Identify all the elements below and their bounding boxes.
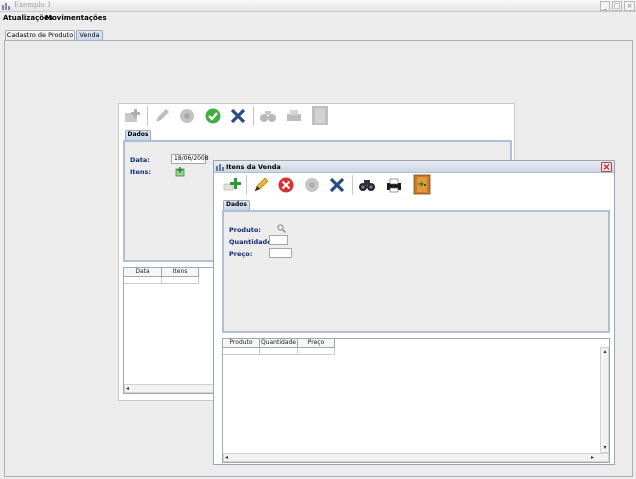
scroll-left-arrow-icon[interactable]: ◂ bbox=[126, 385, 129, 392]
menu-movimentacoes[interactable]: Movimentações bbox=[45, 14, 107, 22]
print-icon[interactable] bbox=[285, 107, 303, 125]
itens-dados-tab[interactable]: Dados bbox=[223, 200, 250, 210]
frame-close-icon[interactable] bbox=[601, 162, 612, 172]
delete-x-icon[interactable] bbox=[328, 176, 346, 194]
toolbar-separator bbox=[246, 175, 247, 195]
column-header-preco[interactable]: Preço bbox=[298, 339, 335, 348]
data-label: Data: bbox=[130, 156, 150, 164]
frame-app-icon bbox=[216, 164, 224, 171]
column-header-produto[interactable]: Produto bbox=[223, 339, 260, 348]
edit-pencil-icon[interactable] bbox=[252, 176, 270, 194]
scroll-left-arrow-icon[interactable]: ◂ bbox=[225, 454, 228, 461]
column-header-itens[interactable]: Itens bbox=[162, 268, 199, 277]
itens-table: Produto Quantidade Preço ▴ ▾ ◂ ▸ bbox=[222, 338, 610, 463]
window-title: Exemplo 1 bbox=[14, 1, 52, 9]
itens-vertical-scrollbar[interactable]: ▴ ▾ bbox=[600, 347, 609, 453]
column-header-quantidade[interactable]: Quantidade bbox=[260, 339, 298, 348]
new-icon[interactable] bbox=[123, 107, 141, 125]
table-cell[interactable] bbox=[260, 348, 298, 355]
venda-horizontal-scrollbar[interactable]: ◂ bbox=[124, 384, 217, 393]
new-add-icon[interactable] bbox=[223, 176, 241, 194]
close-button[interactable]: × bbox=[624, 1, 635, 11]
cancel-icon[interactable] bbox=[277, 176, 295, 194]
delete-x-icon[interactable] bbox=[229, 107, 247, 125]
scroll-up-arrow-icon[interactable]: ▴ bbox=[601, 348, 609, 355]
scroll-right-arrow-icon[interactable]: ▸ bbox=[591, 454, 594, 461]
print-icon[interactable] bbox=[385, 176, 403, 194]
java-app-icon bbox=[2, 3, 10, 10]
maximize-button[interactable]: □ bbox=[612, 1, 622, 11]
produto-label: Produto: bbox=[229, 226, 261, 234]
preco-label: Preço: bbox=[229, 250, 253, 258]
confirm-check-icon[interactable] bbox=[204, 107, 222, 125]
table-cell[interactable] bbox=[162, 277, 199, 284]
menu-bar: Atualizações Movimentações bbox=[0, 12, 636, 24]
toolbar-separator bbox=[253, 106, 254, 126]
cancel-icon[interactable] bbox=[178, 107, 196, 125]
search-magnifier-icon[interactable] bbox=[277, 224, 286, 233]
itens-dados-panel: Produto: Quantidade: Preço: bbox=[222, 210, 610, 333]
scroll-down-arrow-icon[interactable]: ▾ bbox=[601, 444, 609, 451]
search-binoculars-icon[interactable] bbox=[358, 176, 376, 194]
exit-door-icon[interactable] bbox=[310, 105, 330, 126]
itens-label: Itens: bbox=[130, 168, 152, 176]
itens-venda-frame: Itens da Venda Dados Produto: Quantidade… bbox=[213, 160, 615, 465]
itens-frame-title: Itens da Venda bbox=[226, 163, 281, 171]
table-cell[interactable] bbox=[298, 348, 335, 355]
quantidade-label: Quantidade: bbox=[229, 238, 275, 246]
confirm-icon-disabled[interactable] bbox=[303, 176, 321, 194]
minimize-button[interactable]: _ bbox=[600, 1, 610, 11]
add-item-icon[interactable] bbox=[175, 166, 186, 177]
exit-door-icon[interactable] bbox=[412, 174, 432, 195]
edit-pencil-icon[interactable] bbox=[153, 107, 171, 125]
quantidade-field[interactable] bbox=[269, 235, 288, 245]
search-binoculars-icon[interactable] bbox=[259, 107, 277, 125]
table-cell[interactable] bbox=[223, 348, 260, 355]
window-title-bar: Exemplo 1 _ □ × bbox=[0, 0, 636, 12]
column-header-data[interactable]: Data bbox=[124, 268, 162, 277]
toolbar-separator bbox=[147, 106, 148, 126]
preco-field[interactable] bbox=[269, 248, 292, 258]
venda-dados-tab[interactable]: Dados bbox=[125, 130, 151, 140]
itens-horizontal-scrollbar[interactable]: ◂ ▸ bbox=[223, 453, 609, 462]
itens-frame-title-bar[interactable]: Itens da Venda bbox=[214, 161, 614, 173]
table-cell[interactable] bbox=[124, 277, 162, 284]
toolbar-separator bbox=[352, 175, 353, 195]
data-field[interactable]: 18/06/2008 bbox=[171, 154, 209, 164]
